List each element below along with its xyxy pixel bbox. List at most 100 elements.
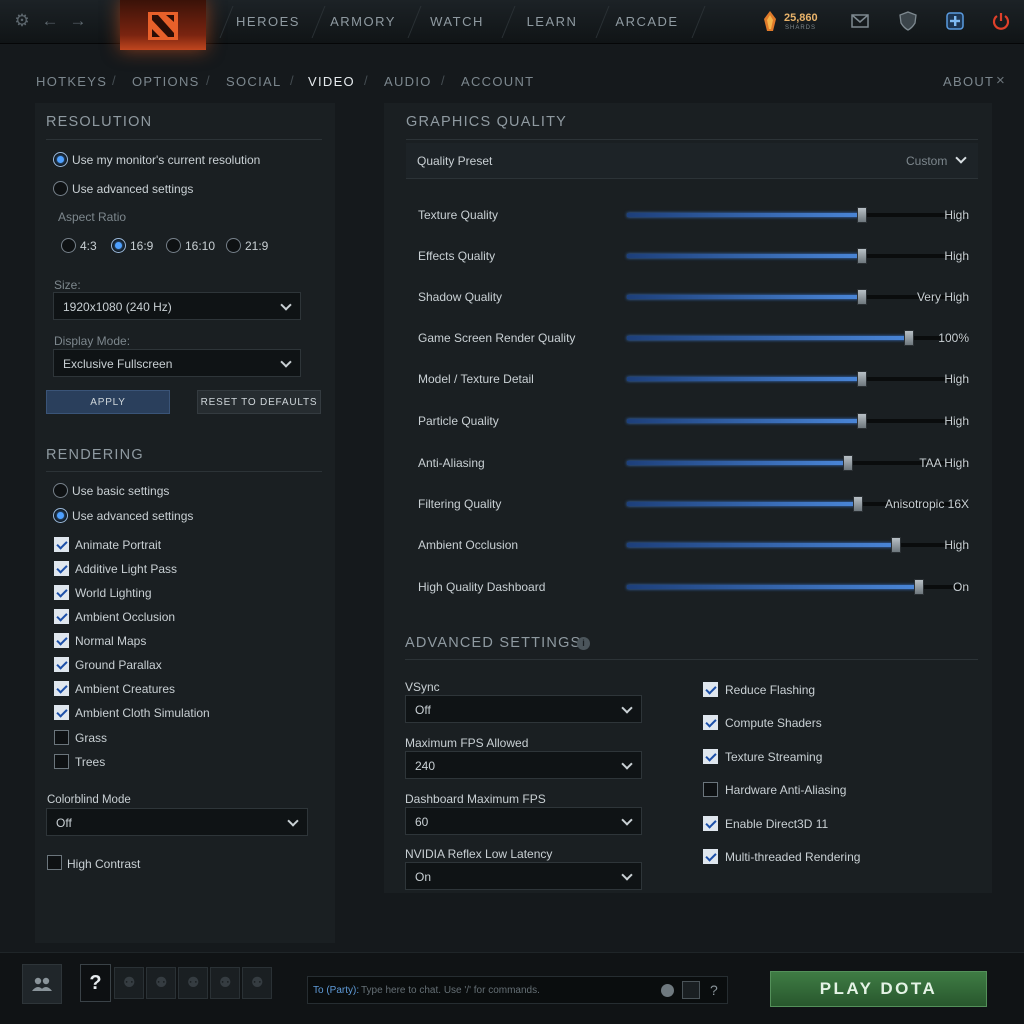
mail-icon[interactable] [851,14,869,28]
radio-aspect-16-9[interactable] [111,238,126,253]
nav-heroes[interactable]: HEROES [232,0,304,44]
quality-preset-value: Custom [906,154,948,168]
display-mode-dropdown[interactable]: Exclusive Fullscreen [53,349,301,377]
game-screen-render-quality-label: Game Screen Render Quality [418,331,576,345]
anti-aliasing-slider[interactable] [627,455,967,471]
additive-light-pass-checkbox[interactable] [54,561,69,576]
effects-quality-slider[interactable] [627,248,967,264]
friends-button[interactable] [22,964,62,1004]
nav-armory[interactable]: ARMORY [326,0,400,44]
radio-monitor-resolution[interactable] [53,152,68,167]
rendering-title: RENDERING [46,447,144,463]
radio-basic-rendering-label: Use basic settings [72,484,170,498]
party-slot[interactable] [146,967,176,999]
chat-help-icon[interactable]: ? [710,982,718,998]
slider-handle[interactable] [853,496,864,512]
grass-label: Grass [75,731,108,745]
slider-handle[interactable] [856,371,867,387]
tab-hotkeys[interactable]: HOTKEYS [36,74,107,89]
play-dota-button[interactable]: PLAY DOTA [770,971,987,1007]
forward-arrow-icon[interactable]: → [68,11,88,31]
world-lighting-checkbox[interactable] [54,585,69,600]
ambient-creatures-checkbox[interactable] [54,681,69,696]
tab-options[interactable]: OPTIONS [132,74,200,89]
radio-advanced-resolution[interactable] [53,181,68,196]
apply-button[interactable]: APPLY [46,390,170,414]
tab-social[interactable]: SOCIAL [226,74,281,89]
emoji-icon[interactable] [661,984,674,997]
compute-shaders-checkbox[interactable] [703,715,718,730]
nav-arcade[interactable]: ARCADE [610,0,684,44]
shield-icon[interactable] [899,11,917,31]
party-slot[interactable] [178,967,208,999]
plus-icon[interactable] [945,11,965,31]
chevron-down-icon [621,814,633,826]
ground-parallax-checkbox[interactable] [54,657,69,672]
maximum-fps-allowed-dropdown[interactable]: 240 [405,751,642,779]
world-lighting-label: World Lighting [75,586,152,600]
anti-aliasing-label: Anti-Aliasing [418,456,485,470]
radio-aspect-4-3[interactable] [61,238,76,253]
vsync-dropdown[interactable]: Off [405,695,642,723]
help-button[interactable]: ? [80,964,111,1002]
texture-streaming-checkbox[interactable] [703,749,718,764]
slider-handle[interactable] [890,537,901,553]
slider-handle[interactable] [856,289,867,305]
hardware-anti-aliasing-checkbox[interactable] [703,782,718,797]
nvidia-reflex-low-latency-dropdown[interactable]: On [405,862,642,890]
ambient-occlusion-checkbox[interactable] [54,609,69,624]
radio-aspect-16-10[interactable] [166,238,181,253]
close-icon[interactable]: × [996,72,1005,89]
chat-target: To (Party): [313,985,360,996]
slider-handle[interactable] [856,207,867,223]
normal-maps-checkbox[interactable] [54,633,69,648]
reset-defaults-button[interactable]: RESET TO DEFAULTS [197,390,321,414]
dashboard-maximum-fps-dropdown[interactable]: 60 [405,807,642,835]
high-quality-dashboard-slider[interactable] [627,579,967,595]
ambient-occlusion-slider[interactable] [627,537,967,553]
ambient-cloth-simulation-label: Ambient Cloth Simulation [75,706,210,720]
game-screen-render-quality-slider[interactable] [627,330,967,346]
quality-preset-label: Quality Preset [417,154,493,168]
nav-learn[interactable]: LEARN [516,0,588,44]
model-texture-detail-slider[interactable] [627,371,967,387]
animate-portrait-checkbox[interactable] [54,537,69,552]
info-icon[interactable]: i [577,637,590,650]
party-slot[interactable] [210,967,240,999]
trees-checkbox[interactable] [54,754,69,769]
particle-quality-slider[interactable] [627,413,967,429]
radio-basic-rendering[interactable] [53,483,68,498]
grass-checkbox[interactable] [54,730,69,745]
particle-quality-value: High [944,414,969,428]
multi-threaded-rendering-checkbox[interactable] [703,849,718,864]
radio-aspect-21-9[interactable] [226,238,241,253]
high-contrast-checkbox[interactable] [47,855,62,870]
party-slot[interactable] [114,967,144,999]
chat-input[interactable]: To (Party): Type here to chat. Use '/' f… [307,976,728,1004]
dota-logo-button[interactable] [120,0,206,50]
screenshot-icon[interactable] [682,981,700,999]
chevron-down-icon [280,299,292,311]
tab-video[interactable]: VIDEO [308,74,355,89]
reduce-flashing-checkbox[interactable] [703,682,718,697]
about-link[interactable]: ABOUT [943,74,994,89]
slider-handle[interactable] [856,248,867,264]
slider-handle[interactable] [914,579,925,595]
gear-icon[interactable]: ⚙ [12,11,32,31]
slider-handle[interactable] [843,455,853,471]
texture-quality-slider[interactable] [627,207,967,223]
tab-account[interactable]: ACCOUNT [461,74,534,89]
nav-watch[interactable]: WATCH [422,0,492,44]
slider-handle[interactable] [904,330,915,346]
ambient-cloth-simulation-checkbox[interactable] [54,705,69,720]
enable-direct3d-11-checkbox[interactable] [703,816,718,831]
radio-advanced-rendering[interactable] [53,508,68,523]
quality-preset-row[interactable]: Quality Preset Custom [406,143,978,179]
back-arrow-icon[interactable]: ← [40,11,60,31]
party-slot[interactable] [242,967,272,999]
size-dropdown[interactable]: 1920x1080 (240 Hz) [53,292,301,320]
tab-audio[interactable]: AUDIO [384,74,432,89]
slider-handle[interactable] [856,413,867,429]
colorblind-dropdown[interactable]: Off [46,808,308,836]
power-icon[interactable] [991,11,1011,31]
